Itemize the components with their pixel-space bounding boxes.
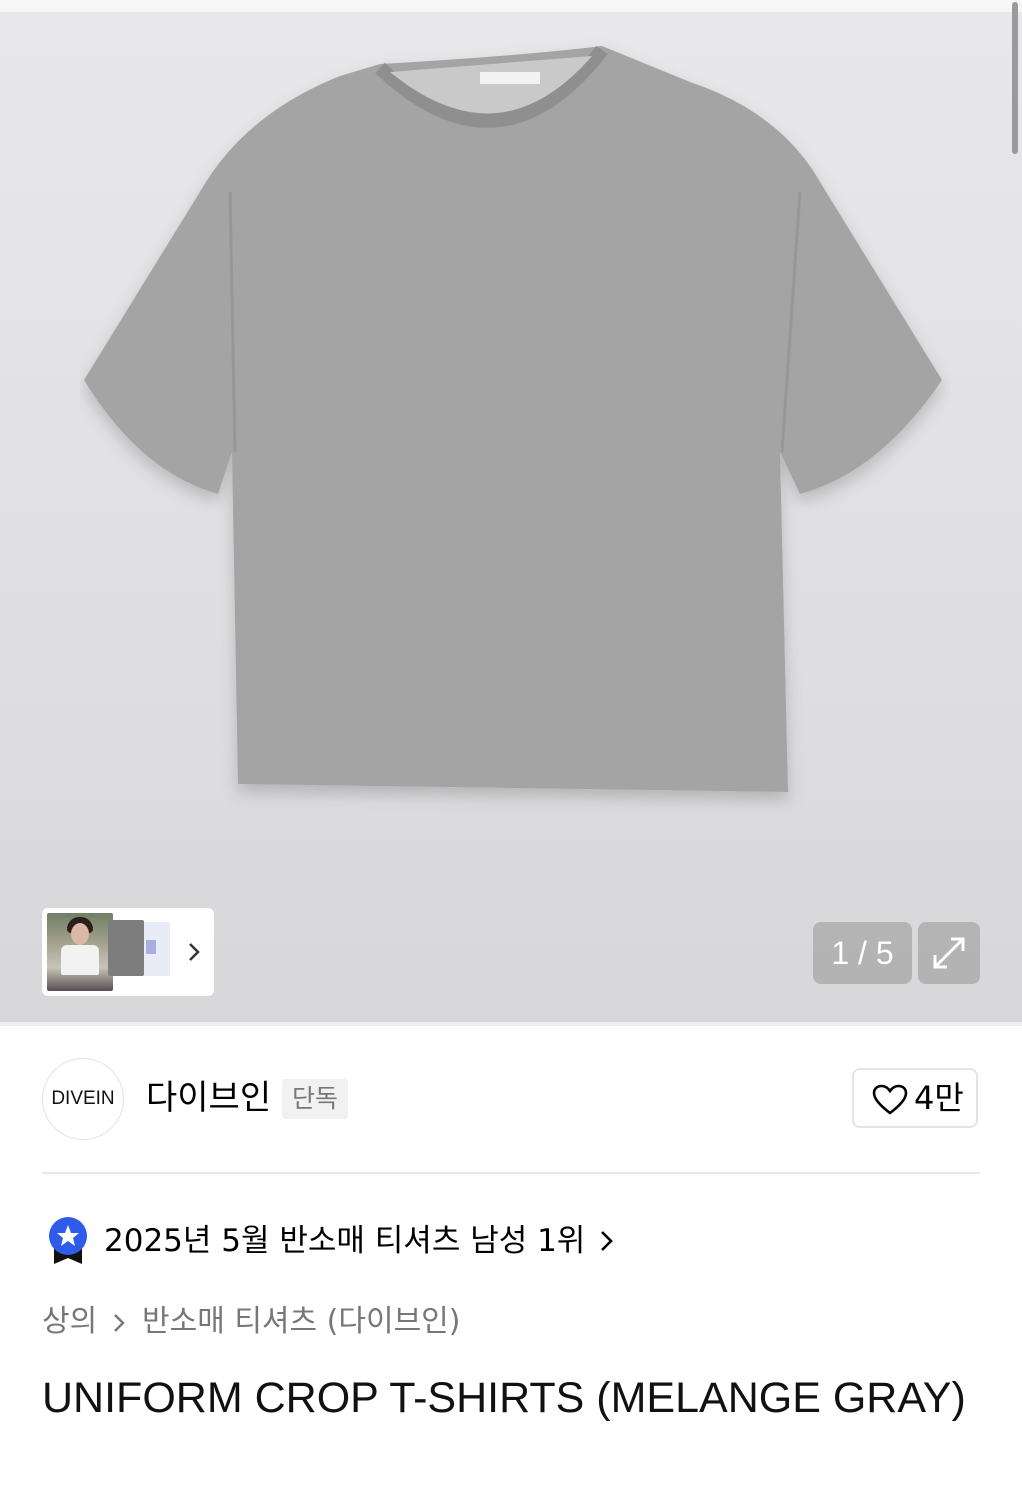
brand-logo[interactable]: DIVEIN: [42, 1058, 124, 1140]
ranking-badge-icon: [49, 1217, 87, 1264]
breadcrumb-chevron-icon: [114, 1314, 125, 1332]
like-count: 4만: [914, 1079, 964, 1117]
product-image: [84, 45, 942, 792]
top-bar: [0, 0, 1022, 12]
product-image-gallery[interactable]: 1 / 5: [0, 12, 1022, 1024]
thumbnail-print: [146, 940, 156, 954]
scrollbar[interactable]: [1012, 2, 1018, 154]
chevron-right-icon[interactable]: [598, 1228, 616, 1256]
section-divider: [42, 1172, 980, 1174]
breadcrumb-item-top[interactable]: 상의: [42, 1302, 97, 1342]
heart-icon: [872, 1084, 908, 1115]
thumbnail-strip[interactable]: [42, 908, 214, 996]
thumbnail-gray-tshirt[interactable]: [108, 920, 144, 976]
image-counter: 1 / 5: [813, 922, 912, 984]
ranking-text[interactable]: 2025년 5월 반소매 티셔츠 남성 1위: [104, 1220, 585, 1262]
hero-divider: [0, 1022, 1022, 1026]
thumbnail-face: [71, 923, 89, 945]
brand-name[interactable]: 다이브인: [146, 1076, 271, 1120]
thumbnail-model[interactable]: [47, 913, 113, 991]
like-button[interactable]: 4만: [852, 1068, 978, 1128]
expand-button[interactable]: [918, 922, 980, 984]
chevron-right-icon[interactable]: [184, 938, 204, 966]
product-title: UNIFORM CROP T-SHIRTS (MELANGE GRAY): [42, 1374, 966, 1422]
exclusive-badge: 단독: [282, 1079, 349, 1119]
thumbnail-tee: [61, 945, 99, 975]
breadcrumb-item-category[interactable]: 반소매 티셔츠 (다이브인): [142, 1302, 460, 1342]
expand-icon: [933, 937, 965, 969]
